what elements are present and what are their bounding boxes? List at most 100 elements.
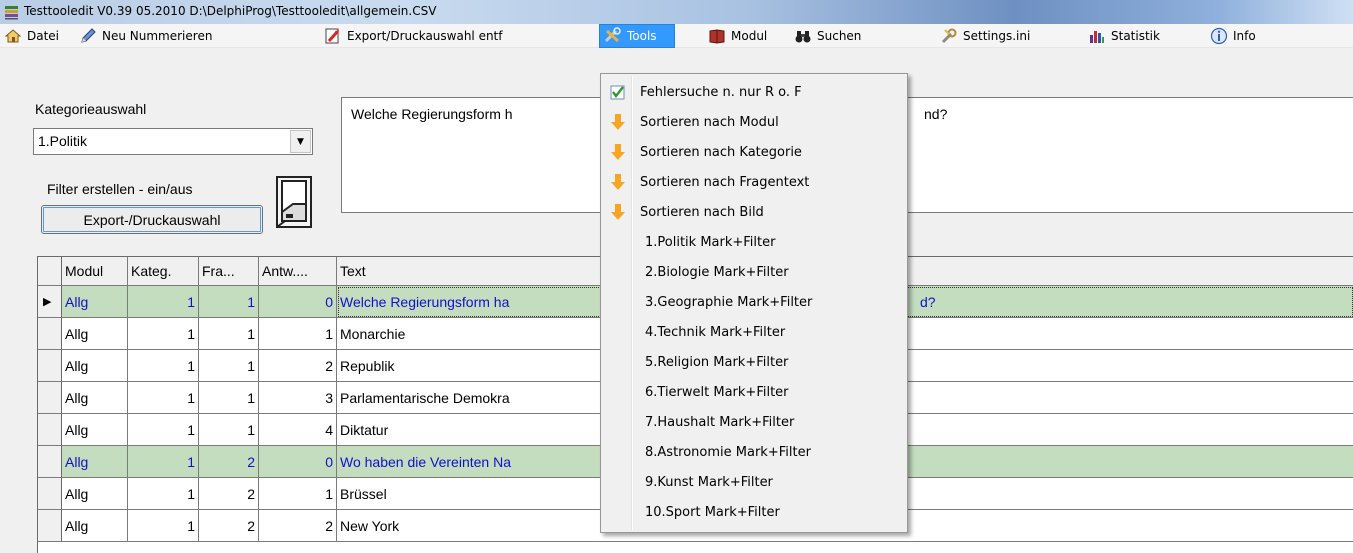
cell-kateg[interactable]: 1 <box>128 318 199 350</box>
cell-kateg[interactable]: 1 <box>128 510 199 542</box>
tools-menu-item[interactable]: Fehlersuche n. nur R o. F <box>603 77 905 107</box>
menu-modul[interactable]: Modul <box>704 24 771 48</box>
row-indicator[interactable] <box>38 318 62 350</box>
cell-antwort[interactable]: 4 <box>259 414 337 446</box>
tools-menu-item-label: 1.Politik Mark+Filter <box>645 234 776 250</box>
menu-neu-nummerieren[interactable]: Neu Nummerieren <box>75 24 216 48</box>
filter-label: Filter erstellen - ein/aus <box>47 181 193 197</box>
col-header-modul[interactable]: Modul <box>62 257 128 286</box>
cell-frage[interactable]: 2 <box>199 510 259 542</box>
question-text: Welche Regierungsform h <box>351 106 513 122</box>
cell-frage[interactable]: 1 <box>199 414 259 446</box>
menu-datei[interactable]: Datei <box>0 24 63 48</box>
arrow-down-icon <box>611 204 625 220</box>
tools-menu-item[interactable]: Sortieren nach Modul <box>603 107 905 137</box>
menu-export[interactable]: Export/Druckauswahl entf <box>320 24 507 48</box>
tools-menu-item-label: Sortieren nach Bild <box>640 204 764 220</box>
cell-frage[interactable]: 2 <box>199 446 259 478</box>
cell-modul[interactable]: Allg <box>62 510 128 542</box>
cell-modul[interactable]: Allg <box>62 350 128 382</box>
tools-menu-item[interactable]: 7.Haushalt Mark+Filter <box>603 407 905 437</box>
row-indicator[interactable] <box>38 382 62 414</box>
cell-kateg[interactable]: 1 <box>128 382 199 414</box>
category-select[interactable]: 1.Politik ▼ <box>33 128 313 155</box>
col-header-antwort[interactable]: Antw.... <box>259 257 337 286</box>
arrow-down-icon <box>611 174 625 190</box>
tools-menu-item-label: Fehlersuche n. nur R o. F <box>640 84 802 100</box>
book-icon <box>709 29 725 44</box>
chevron-down-icon[interactable]: ▼ <box>290 130 311 153</box>
cell-frage[interactable]: 2 <box>199 478 259 510</box>
cell-antwort[interactable]: 0 <box>259 286 337 318</box>
col-header-kateg[interactable]: Kateg. <box>128 257 199 286</box>
category-value: 1.Politik <box>38 133 88 149</box>
binoculars-icon <box>795 31 811 43</box>
row-indicator[interactable] <box>38 350 62 382</box>
row-indicator-header <box>38 257 62 286</box>
tools-menu-item-label: 3.Geographie Mark+Filter <box>645 294 813 310</box>
arrow-down-icon <box>611 114 625 130</box>
tools-dropdown-menu: Fehlersuche n. nur R o. F Sortieren nach … <box>600 73 908 533</box>
tools-menu-item-label: Sortieren nach Modul <box>640 114 779 130</box>
tools-menu-item[interactable]: 6.Tierwelt Mark+Filter <box>603 377 905 407</box>
menu-info[interactable]: Info <box>1206 24 1260 48</box>
cell-modul[interactable]: Allg <box>62 318 128 350</box>
tools-menu-item-label: Sortieren nach Kategorie <box>640 144 802 160</box>
menu-statistik[interactable]: Statistik <box>1084 24 1164 48</box>
cell-frage[interactable]: 1 <box>199 382 259 414</box>
cell-antwort[interactable]: 3 <box>259 382 337 414</box>
tools-menu-item[interactable]: 2.Biologie Mark+Filter <box>603 257 905 287</box>
tools-menu-item-label: 10.Sport Mark+Filter <box>645 504 780 520</box>
row-indicator[interactable] <box>38 478 62 510</box>
tools-menu-item[interactable]: 3.Geographie Mark+Filter <box>603 287 905 317</box>
tools-menu-item[interactable]: Sortieren nach Bild <box>603 197 905 227</box>
cell-kateg[interactable]: 1 <box>128 286 199 318</box>
filter-toggle-icon[interactable] <box>273 174 315 230</box>
tools-menu-item-label: 2.Biologie Mark+Filter <box>645 264 789 280</box>
cell-kateg[interactable]: 1 <box>128 414 199 446</box>
cell-modul[interactable]: Allg <box>62 478 128 510</box>
row-indicator[interactable] <box>38 446 62 478</box>
cell-antwort[interactable]: 2 <box>259 510 337 542</box>
arrow-down-icon <box>611 144 625 160</box>
tools-menu-item[interactable]: 9.Kunst Mark+Filter <box>603 467 905 497</box>
tools-menu-item-label: 4.Technik Mark+Filter <box>645 324 786 340</box>
cell-antwort[interactable]: 2 <box>259 350 337 382</box>
menu-bar: Datei Neu Nummerieren Export/Druckauswah… <box>0 24 1353 48</box>
cell-antwort[interactable]: 1 <box>259 318 337 350</box>
cell-modul[interactable]: Allg <box>62 286 128 318</box>
tools-menu-item-label: 5.Religion Mark+Filter <box>645 354 789 370</box>
tools-menu-item[interactable]: 1.Politik Mark+Filter <box>603 227 905 257</box>
cell-antwort[interactable]: 0 <box>259 446 337 478</box>
tools-menu-item-label: 8.Astronomie Mark+Filter <box>645 444 811 460</box>
export-print-button[interactable]: Export-/Druckauswahl <box>41 205 263 234</box>
cell-modul[interactable]: Allg <box>62 382 128 414</box>
tools-menu-item[interactable]: 8.Astronomie Mark+Filter <box>603 437 905 467</box>
col-header-frage[interactable]: Fra... <box>199 257 259 286</box>
row-indicator[interactable] <box>38 414 62 446</box>
category-label: Kategorieauswahl <box>35 101 147 117</box>
tools-menu-item[interactable]: Sortieren nach Kategorie <box>603 137 905 167</box>
pencil-icon <box>81 28 96 43</box>
cell-frage[interactable]: 1 <box>199 286 259 318</box>
cell-kateg[interactable]: 1 <box>128 478 199 510</box>
menu-tools[interactable]: Tools <box>599 24 675 48</box>
info-icon <box>1210 27 1228 45</box>
cell-kateg[interactable]: 1 <box>128 350 199 382</box>
tools-menu-item[interactable]: 5.Religion Mark+Filter <box>603 347 905 377</box>
tools-menu-item[interactable]: 4.Technik Mark+Filter <box>603 317 905 347</box>
tools-menu-item[interactable]: Sortieren nach Fragentext <box>603 167 905 197</box>
check-icon <box>610 85 625 100</box>
current-row-indicator[interactable]: ▶ <box>38 286 62 318</box>
cell-frage[interactable]: 1 <box>199 318 259 350</box>
window-title: Testtooledit V0.39 05.2010 D:\DelphiProg… <box>24 4 437 18</box>
menu-settings[interactable]: Settings.ini <box>936 24 1034 48</box>
cell-frage[interactable]: 1 <box>199 350 259 382</box>
cell-modul[interactable]: Allg <box>62 446 128 478</box>
cell-modul[interactable]: Allg <box>62 414 128 446</box>
tools-menu-item[interactable]: 10.Sport Mark+Filter <box>603 497 905 527</box>
cell-antwort[interactable]: 1 <box>259 478 337 510</box>
cell-kateg[interactable]: 1 <box>128 446 199 478</box>
row-indicator[interactable] <box>38 510 62 542</box>
menu-suchen[interactable]: Suchen <box>790 24 865 48</box>
